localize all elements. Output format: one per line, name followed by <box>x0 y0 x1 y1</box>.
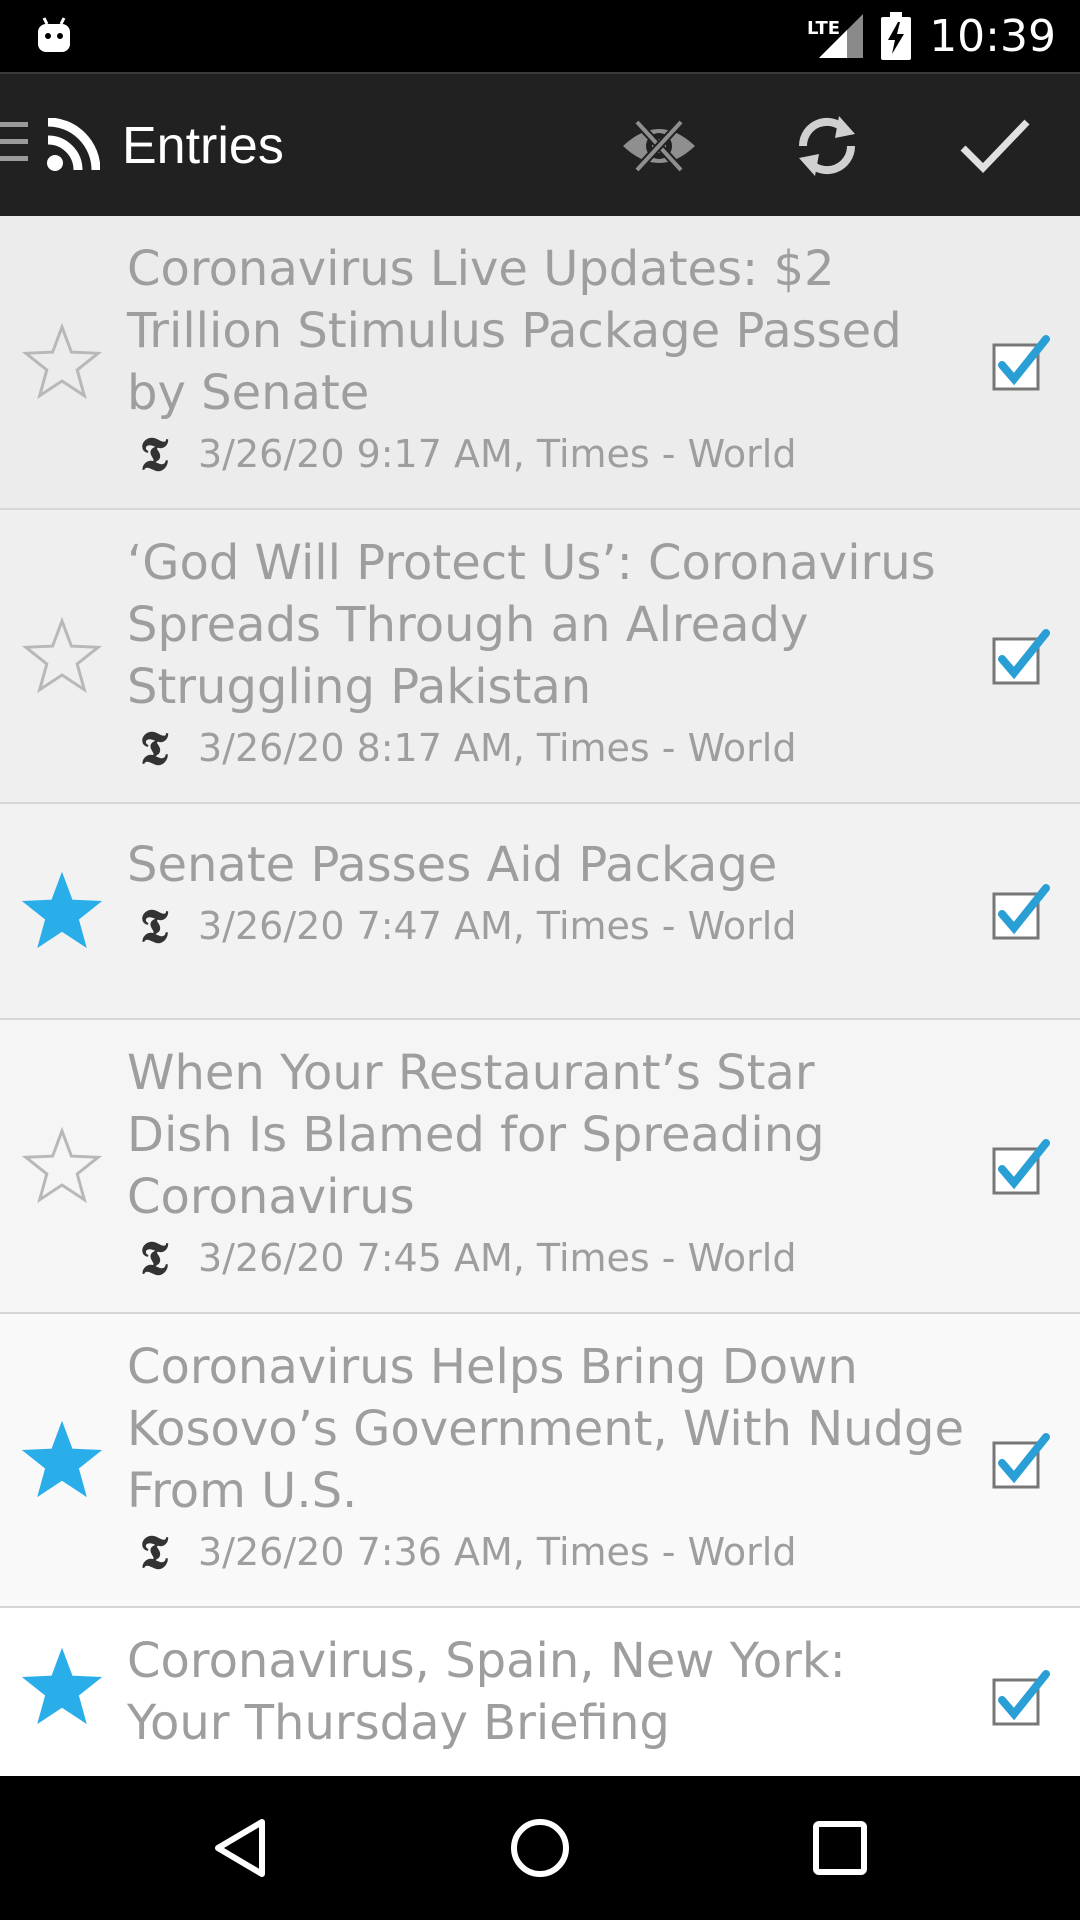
star-filled-icon[interactable] <box>22 1421 102 1501</box>
star-outline-icon[interactable] <box>22 1127 102 1207</box>
entry-title-line: From U.S. <box>127 1463 358 1519</box>
entry-row[interactable]: ‘God Will Protect Us’: Coronavirus Spread… <box>0 510 1080 804</box>
read-checkbox-icon[interactable] <box>990 882 1050 942</box>
entry-title[interactable]: Senate Passes Aid Package <box>127 834 967 896</box>
entry-title-line: Coronavirus, Spain, New York: <box>127 1633 846 1689</box>
entry-date-source: 3/26/20 9:17 AM, Times - World <box>198 432 797 476</box>
read-checkbox-icon[interactable] <box>990 1668 1050 1728</box>
entry-title-line: Coronavirus <box>127 1169 415 1225</box>
page-title[interactable]: Entries <box>122 110 284 182</box>
entry-date-source: 3/26/20 7:45 AM, Times - World <box>198 1236 797 1280</box>
recents-icon <box>813 1821 867 1875</box>
entry-meta: 𝕿 3/26/20 7:36 AM, Times - World <box>132 1525 797 1579</box>
network-label: LTE <box>807 18 840 39</box>
feed-logo-icon: 𝕿 <box>139 427 169 481</box>
feed-logo-icon: 𝕿 <box>139 721 169 775</box>
home-icon <box>511 1819 569 1877</box>
status-bar: LTE 10:39 <box>0 0 1080 72</box>
rss-feed-icon[interactable] <box>46 118 100 172</box>
entry-title[interactable]: Coronavirus Helps Bring Down Kosovo’s Gov… <box>127 1336 967 1522</box>
status-time: 10:39 <box>929 10 1056 62</box>
hide-read-button[interactable] <box>614 104 704 188</box>
entry-title-line: Spreads Through an Already <box>127 597 809 653</box>
entry-row[interactable]: Coronavirus Live Updates: $2 Trillion Sti… <box>0 216 1080 510</box>
entry-title-line: Coronavirus Live Updates: $2 <box>127 241 835 297</box>
feed-logo-icon: 𝕿 <box>139 1231 169 1285</box>
recents-button[interactable] <box>800 1808 880 1888</box>
entry-title-line: by Senate <box>127 365 370 421</box>
entry-title[interactable]: Coronavirus Live Updates: $2 Trillion Sti… <box>127 238 967 424</box>
entry-title[interactable]: ‘God Will Protect Us’: Coronavirus Spread… <box>127 532 967 718</box>
read-checkbox-icon[interactable] <box>990 1137 1050 1197</box>
entry-meta: 𝕿 3/26/20 9:17 AM, Times - World <box>132 427 797 481</box>
read-checkbox-icon[interactable] <box>990 333 1050 393</box>
entry-row[interactable]: Coronavirus Helps Bring Down Kosovo’s Gov… <box>0 1314 1080 1608</box>
entry-title-line: Your Thursday Briefing <box>127 1695 670 1751</box>
entry-title-line: When Your Restaurant’s Star <box>127 1045 815 1101</box>
drawer-indicator-icon[interactable] <box>0 120 30 164</box>
entry-row[interactable]: When Your Restaurant’s Star Dish Is Blame… <box>0 1020 1080 1314</box>
entry-list[interactable]: Coronavirus Live Updates: $2 Trillion Sti… <box>0 216 1080 1776</box>
star-outline-icon[interactable] <box>22 323 102 403</box>
entry-meta: 𝕿 3/26/20 7:47 AM, Times - World <box>132 899 797 953</box>
read-checkbox-icon[interactable] <box>990 627 1050 687</box>
entry-date-source: 3/26/20 7:47 AM, Times - World <box>198 904 797 948</box>
home-button[interactable] <box>500 1808 580 1888</box>
entry-title-line: ‘God Will Protect Us’: Coronavirus <box>127 535 936 591</box>
entry-title-line: Kosovo’s Government, With Nudge <box>127 1401 965 1457</box>
entry-row[interactable]: Coronavirus, Spain, New York: Your Thursd… <box>0 1608 1080 1776</box>
entry-title[interactable]: Coronavirus, Spain, New York: Your Thursd… <box>127 1630 967 1754</box>
app-bar: Entries <box>0 72 1080 216</box>
star-filled-icon[interactable] <box>22 1648 102 1728</box>
lte-signal-icon: LTE <box>807 14 864 58</box>
refresh-button[interactable] <box>782 104 872 188</box>
entry-meta: 𝕿 3/26/20 7:45 AM, Times - World <box>132 1231 797 1285</box>
battery-charging-icon <box>881 12 912 60</box>
entry-meta: 𝕿 3/26/20 8:17 AM, Times - World <box>132 721 797 775</box>
read-checkbox-icon[interactable] <box>990 1431 1050 1491</box>
star-filled-icon[interactable] <box>22 872 102 952</box>
refresh-icon <box>798 116 856 176</box>
feed-logo-icon: 𝕿 <box>139 899 169 953</box>
entry-title[interactable]: When Your Restaurant’s Star Dish Is Blame… <box>127 1042 967 1228</box>
mark-all-read-icon <box>960 119 1030 174</box>
mark-all-read-button[interactable] <box>950 104 1040 188</box>
feed-logo-icon: 𝕿 <box>139 1525 169 1579</box>
navigation-bar <box>0 1776 1080 1920</box>
entry-date-source: 3/26/20 8:17 AM, Times - World <box>198 726 797 770</box>
hide-read-icon <box>623 119 695 173</box>
star-outline-icon[interactable] <box>22 617 102 697</box>
entry-row[interactable]: Senate Passes Aid Package 𝕿 3/26/20 7:47 A… <box>0 804 1080 1020</box>
entry-title-line: Senate Passes Aid Package <box>127 837 778 893</box>
entry-date-source: 3/26/20 7:36 AM, Times - World <box>198 1530 797 1574</box>
entry-title-line: Dish Is Blamed for Spreading <box>127 1107 825 1163</box>
back-icon <box>215 1819 265 1877</box>
android-notification-icon <box>38 17 70 52</box>
entry-title-line: Coronavirus Helps Bring Down <box>127 1339 858 1395</box>
entry-title-line: Trillion Stimulus Package Passed <box>127 303 902 359</box>
entry-title-line: Struggling Pakistan <box>127 659 592 715</box>
back-button[interactable] <box>200 1808 280 1888</box>
